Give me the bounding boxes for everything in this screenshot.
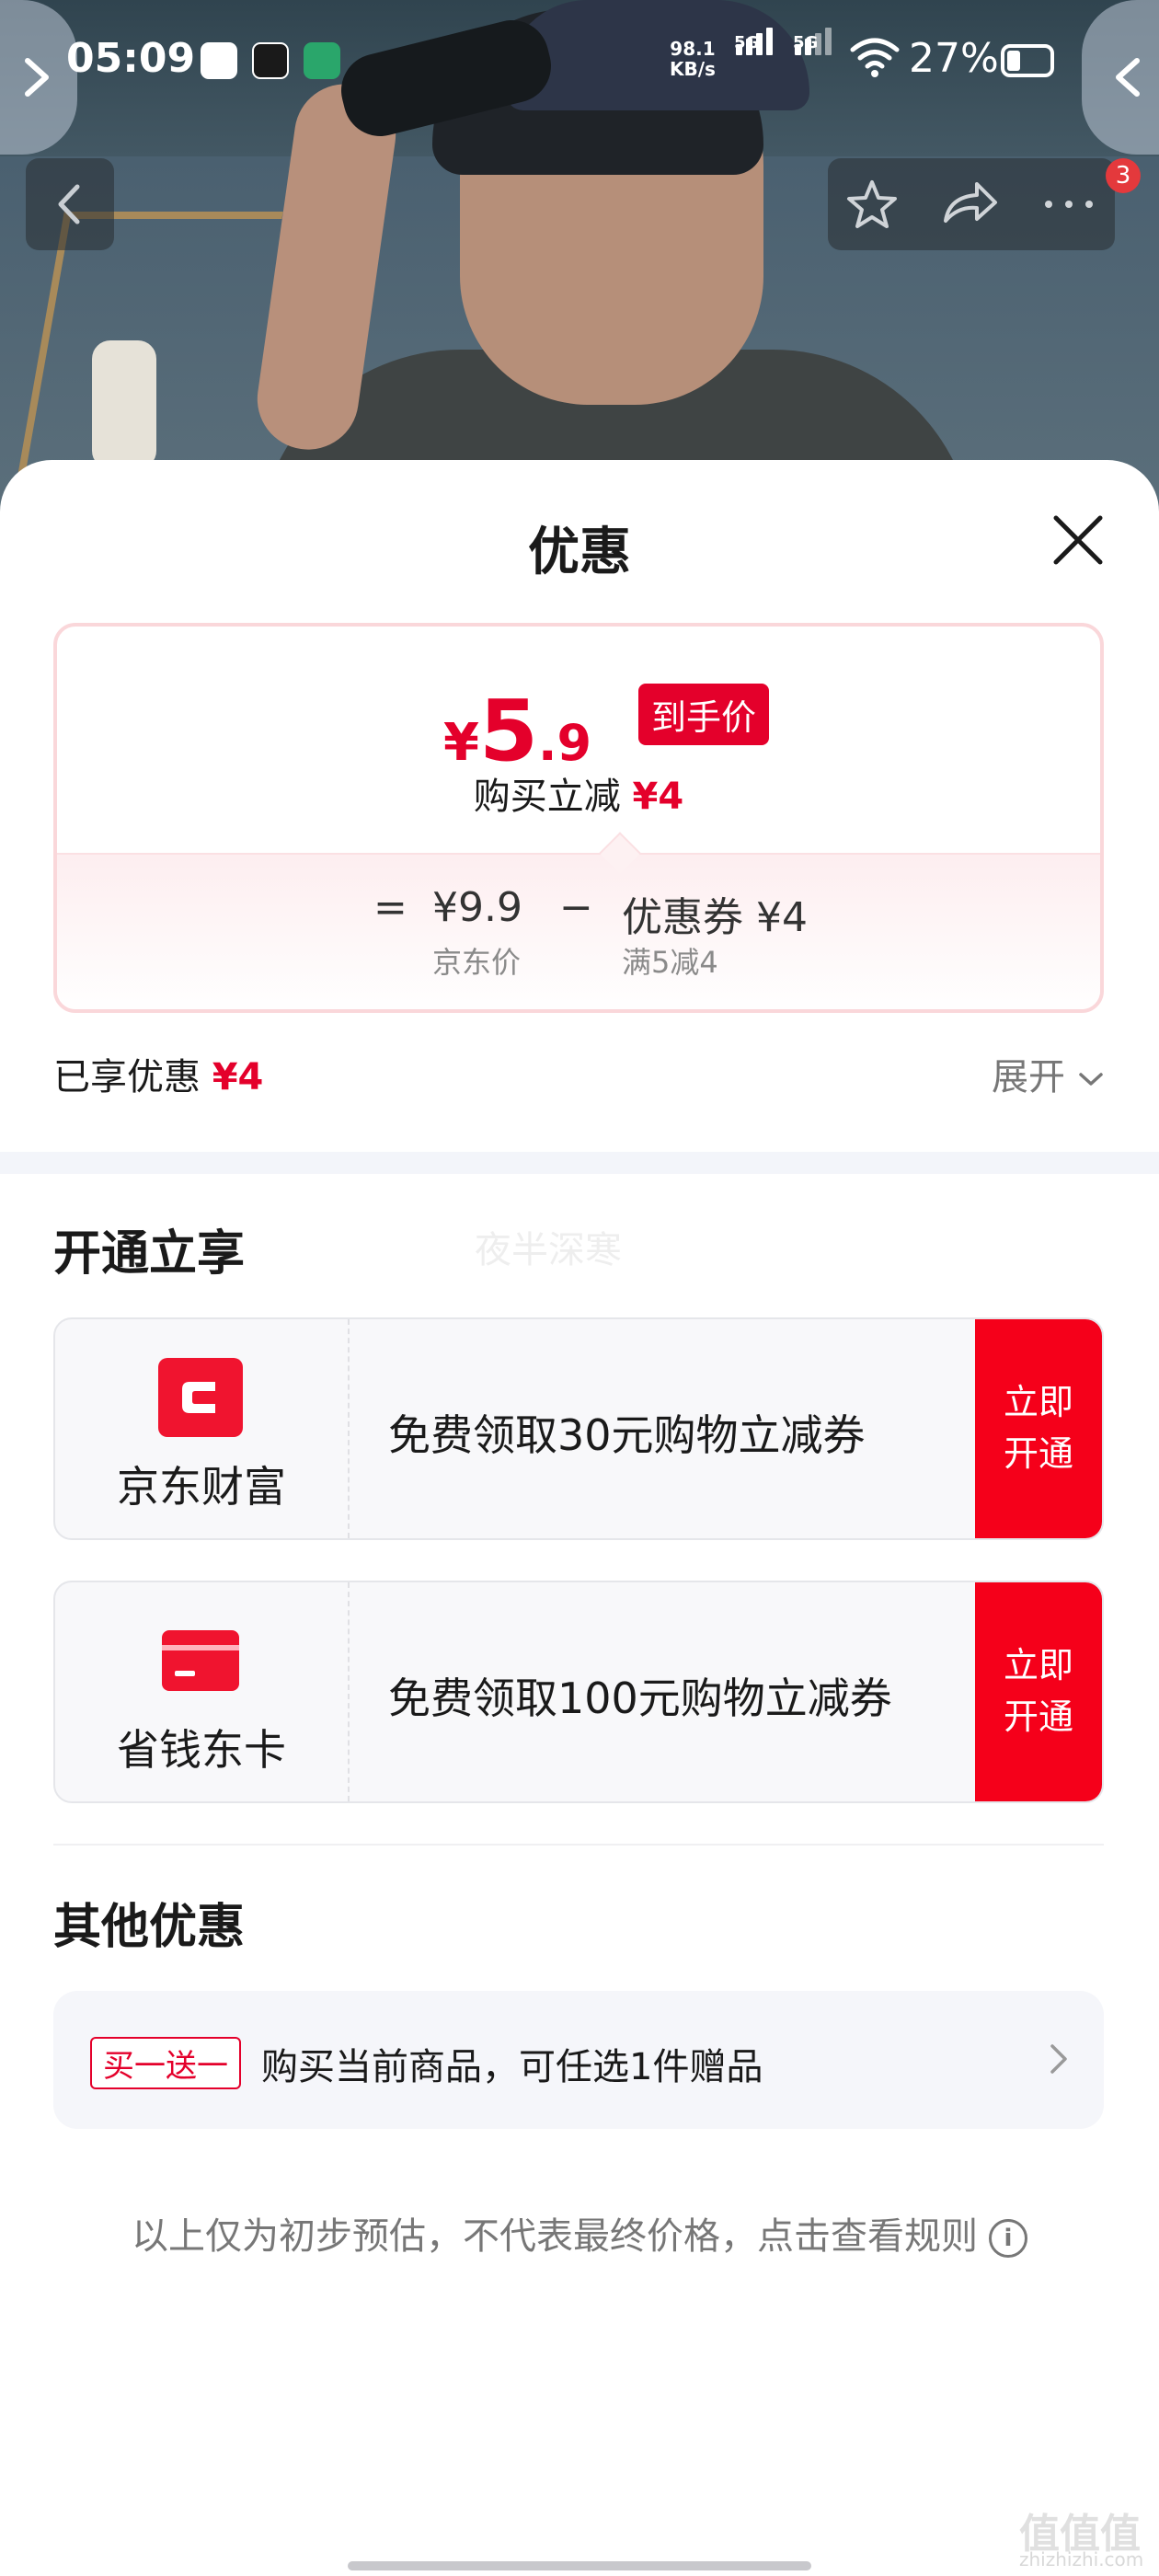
info-icon[interactable]: i <box>989 2219 1027 2258</box>
gift-text: 购买当前商品，可任选1件赠品 <box>261 2046 763 2088</box>
cta-line-2: 开通 <box>1003 1696 1073 1737</box>
favorite-star-icon[interactable] <box>844 177 900 232</box>
final-price-currency: ¥ <box>443 713 479 773</box>
wifi-icon <box>850 38 900 77</box>
site-url-watermark: zhizhizhi.com <box>1019 2548 1144 2570</box>
final-price-tag: 到手价 <box>638 684 770 745</box>
discount-sheet: 优惠 ¥5.9 到手价 购买立减 ¥4 = ¥9.9 京东价 − 优惠券 ¥4 … <box>0 460 1159 2576</box>
sheet-title: 优惠 <box>528 523 631 582</box>
top-actions <box>828 158 1115 250</box>
chevron-right-icon <box>1050 2044 1067 2074</box>
battery-icon <box>1001 44 1054 77</box>
promo-brand: 京东财富 <box>117 1462 286 1512</box>
notification-badge: 3 <box>1106 158 1141 193</box>
price-breakdown-card: ¥5.9 到手价 购买立减 ¥4 = ¥9.9 京东价 − 优惠券 ¥4 满5减… <box>53 623 1104 1013</box>
promo-description: 免费领取100元购物立减券 <box>388 1673 892 1723</box>
base-price-label: 京东价 <box>432 945 522 980</box>
more-icon[interactable] <box>1041 195 1096 213</box>
divider <box>53 1844 1104 1846</box>
cta-line-1: 立即 <box>1003 1382 1073 1422</box>
base-price: ¥9.9 <box>432 884 522 931</box>
avatar-app-icon <box>304 42 340 79</box>
cta-line-1: 立即 <box>1003 1645 1073 1685</box>
minus-sign: − <box>559 884 593 931</box>
promo-card-saving-card[interactable]: 省钱东卡 免费领取100元购物立减券 立即 开通 <box>53 1581 1104 1803</box>
home-app-icon <box>201 42 237 79</box>
net-speed-value: 98.1 <box>670 38 716 60</box>
final-price-dec: .9 <box>537 714 592 772</box>
enjoyed-discount: 已享优惠 ¥4 <box>53 1047 263 1100</box>
status-bar: 05:09 98.1 KB/s 5G 5G 27% <box>0 18 1159 101</box>
person-app-icon <box>252 42 289 79</box>
section-divider <box>0 1152 1159 1174</box>
promo-brand: 省钱东卡 <box>117 1725 286 1775</box>
activate-button[interactable]: 立即 开通 <box>975 1319 1102 1538</box>
network-speed: 98.1 KB/s <box>670 39 716 79</box>
promo-card-jd-finance[interactable]: 京东财富 免费领取30元购物立减券 立即 开通 <box>53 1317 1104 1540</box>
card-logo-icon <box>162 1630 239 1691</box>
home-indicator[interactable] <box>348 2561 811 2570</box>
activate-button[interactable]: 立即 开通 <box>975 1582 1102 1801</box>
other-section-title: 其他优惠 <box>53 1900 246 1955</box>
chevron-down-icon <box>1078 1073 1103 1086</box>
watermark-text: 夜半深寒 <box>475 1229 622 1271</box>
status-time: 05:09 <box>66 35 196 82</box>
share-icon[interactable] <box>940 177 999 232</box>
enjoyed-amount: ¥4 <box>212 1056 264 1098</box>
gift-tag: 买一送一 <box>90 2037 241 2089</box>
coupon-price: 优惠券 ¥4 <box>622 894 808 941</box>
coupon-label: 满5减4 <box>622 945 718 980</box>
reduce-amount: ¥4 <box>632 776 684 818</box>
reduce-label: 购买立减 <box>473 776 621 818</box>
jd-finance-logo-icon <box>158 1358 243 1437</box>
expand-label: 展开 <box>992 1056 1065 1098</box>
final-price: ¥5.9 <box>443 682 591 780</box>
battery-percent: 27% <box>909 35 999 82</box>
net-speed-unit: KB/s <box>670 58 716 80</box>
price-disclaimer[interactable]: 以上仅为初步预估，不代表最终价格，点击查看规则 i <box>0 2206 1159 2260</box>
enjoyed-label: 已享优惠 <box>53 1056 201 1098</box>
promo-description: 免费领取30元购物立减券 <box>388 1410 866 1460</box>
close-icon[interactable] <box>1049 511 1107 569</box>
gift-offer-row[interactable]: 买一送一 购买当前商品，可任选1件赠品 <box>53 1991 1104 2129</box>
expand-button[interactable]: 展开 <box>992 1047 1105 1100</box>
equals-sign: = <box>373 884 407 931</box>
open-section-title: 开通立享 <box>53 1226 246 1282</box>
disclaimer-text: 以上仅为初步预估，不代表最终价格，点击查看规则 <box>132 2215 978 2258</box>
cta-line-2: 开通 <box>1003 1433 1073 1474</box>
reduce-line: 购买立减 ¥4 <box>57 766 1100 820</box>
back-button[interactable] <box>26 158 114 250</box>
final-price-int: 5 <box>478 682 538 780</box>
back-icon <box>58 184 80 224</box>
